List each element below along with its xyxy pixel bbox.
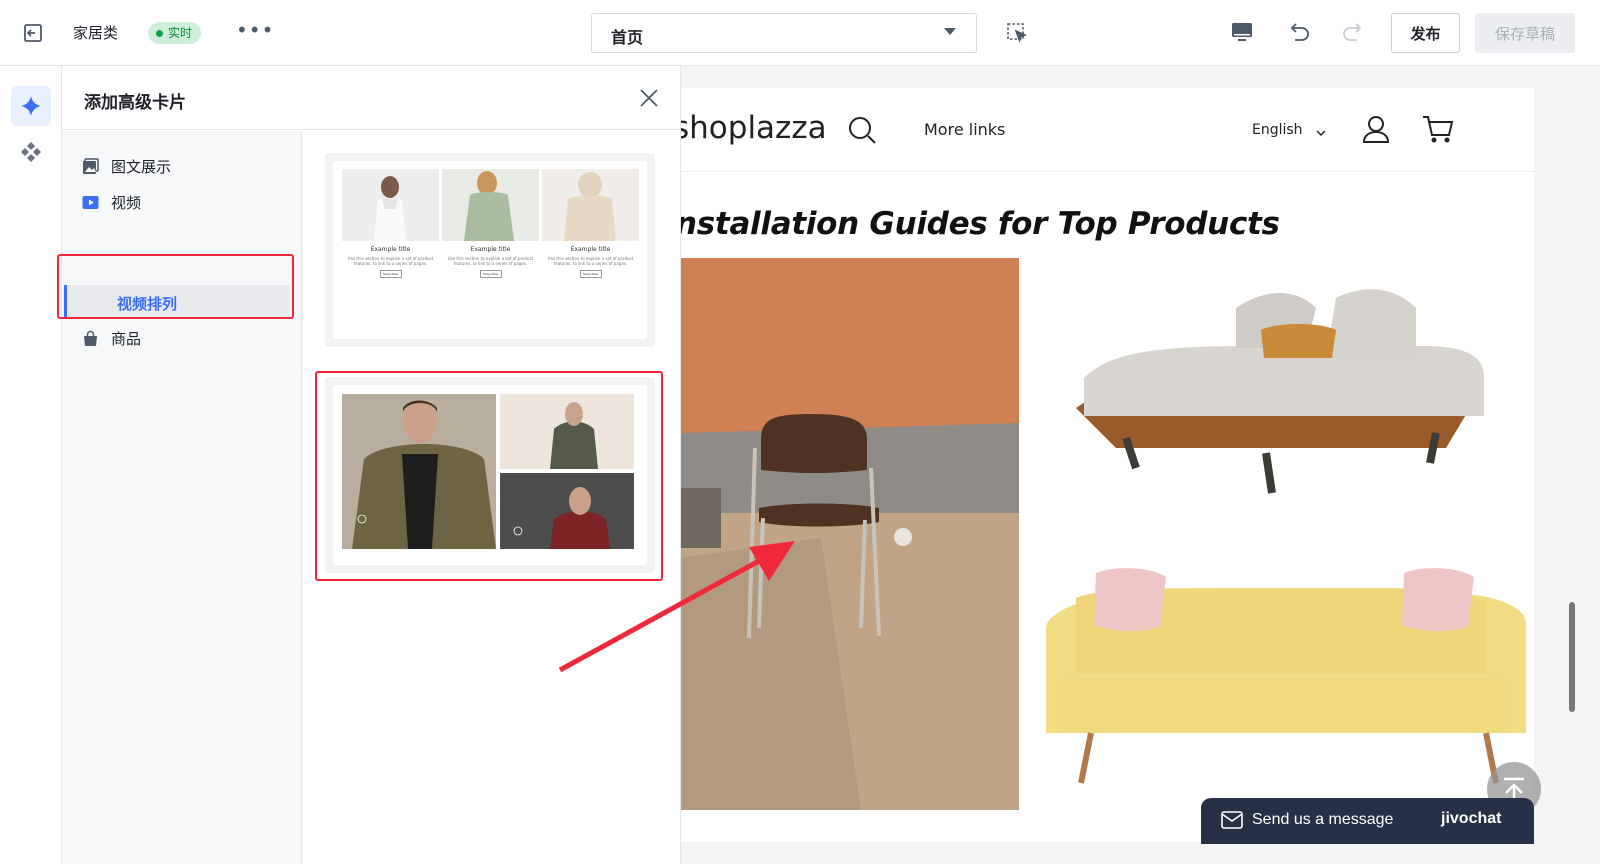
add-card-panel: 添加高级卡片 图文展示 视频 视频排列 商品 Example title Use… — [57, 66, 681, 864]
save-draft-button[interactable]: 保存草稿 — [1475, 13, 1575, 53]
storefront-preview[interactable]: shoplazza More links English nstallation… — [681, 88, 1534, 842]
exit-icon[interactable] — [20, 20, 46, 46]
section-heading: nstallation Guides for Top Products — [681, 206, 1280, 242]
components-rail-button[interactable] — [11, 132, 51, 172]
mini-card-desc: Use this section to explain a set of pro… — [447, 256, 534, 266]
mini-card-image — [342, 169, 439, 241]
mini-card-title: Example title — [470, 246, 511, 253]
mini-card-button: Shop Now — [479, 270, 502, 278]
mini-card-button: Shop Now — [379, 270, 402, 278]
chair-photo — [681, 258, 1019, 810]
undo-icon[interactable] — [1286, 19, 1312, 45]
nav-more-links[interactable]: More links — [924, 120, 1005, 139]
category-label: 视频 — [111, 193, 142, 212]
store-header: shoplazza More links English — [681, 88, 1534, 172]
chat-message-label: Send us a message — [1252, 811, 1394, 828]
panel-header: 添加高级卡片 — [62, 66, 681, 130]
live-dot-icon — [156, 29, 163, 37]
mini-card: Example title Use this section to explai… — [342, 169, 439, 278]
top-toolbar: 家居类 实时 ••• 首页 发布 保存草稿 — [0, 0, 1600, 66]
scrollbar-thumb[interactable] — [1569, 602, 1575, 712]
cart-icon[interactable] — [1422, 114, 1454, 144]
chevron-down-icon — [1314, 124, 1328, 137]
annotation-highlight-box — [57, 254, 294, 319]
chat-widget[interactable]: Send us a message jivochat — [1201, 798, 1534, 844]
desktop-preview-icon[interactable] — [1229, 19, 1255, 45]
category-video[interactable]: 视频 — [82, 188, 141, 216]
page-select-value: 首页 — [611, 28, 644, 47]
mini-card-button: Shop Now — [579, 270, 602, 278]
category-product[interactable]: 商品 — [82, 324, 141, 352]
daybed-photo — [1036, 258, 1534, 528]
template-preview: Example title Use this section to explai… — [333, 161, 647, 339]
sofa-photo — [1036, 558, 1534, 810]
category-label: 图文展示 — [111, 157, 172, 176]
image-icon — [82, 157, 99, 175]
page-select[interactable]: 首页 — [591, 13, 977, 53]
live-label: 实时 — [168, 26, 193, 40]
user-icon[interactable] — [1361, 114, 1391, 144]
language-select[interactable]: English — [1252, 122, 1303, 138]
mini-card: Example title Use this section to explai… — [542, 169, 639, 278]
template-card-multicolumn[interactable]: Example title Use this section to explai… — [325, 153, 655, 347]
components-icon — [21, 142, 41, 162]
mini-card-image — [442, 169, 539, 241]
video-icon — [82, 194, 99, 211]
annotation-highlight-box — [315, 371, 663, 581]
left-rail — [0, 66, 62, 864]
sparkle-icon — [21, 96, 41, 116]
chevron-down-icon — [944, 28, 956, 35]
template-list: Example title Use this section to explai… — [303, 131, 681, 864]
store-logo[interactable]: shoplazza — [681, 110, 827, 146]
publish-button[interactable]: 发布 — [1391, 13, 1460, 53]
mini-card-image — [542, 169, 639, 241]
preview-scrollbar[interactable] — [1568, 66, 1576, 864]
live-status-badge: 实时 — [148, 22, 202, 44]
mini-card-title: Example title — [570, 246, 611, 253]
mini-card: Example title Use this section to explai… — [442, 169, 539, 278]
category-label: 商品 — [111, 329, 142, 348]
close-icon[interactable] — [637, 86, 661, 110]
mail-icon — [1221, 811, 1243, 829]
search-icon[interactable] — [847, 115, 877, 145]
more-options-icon[interactable]: ••• — [236, 20, 273, 46]
bag-icon — [82, 330, 99, 347]
advanced-cards-rail-button[interactable] — [11, 86, 51, 126]
category-list: 图文展示 视频 视频排列 商品 — [57, 131, 302, 864]
chat-brand: jivochat — [1441, 810, 1502, 827]
store-name: 家居类 — [73, 24, 119, 42]
panel-title: 添加高级卡片 — [84, 93, 186, 113]
mini-card-desc: Use this section to explain a set of pro… — [547, 256, 634, 266]
mini-card-desc: Use this section to explain a set of pro… — [347, 256, 434, 266]
category-image-text[interactable]: 图文展示 — [82, 152, 171, 180]
select-element-icon[interactable] — [1004, 20, 1030, 46]
redo-icon[interactable] — [1340, 19, 1366, 45]
mini-card-title: Example title — [370, 246, 411, 253]
